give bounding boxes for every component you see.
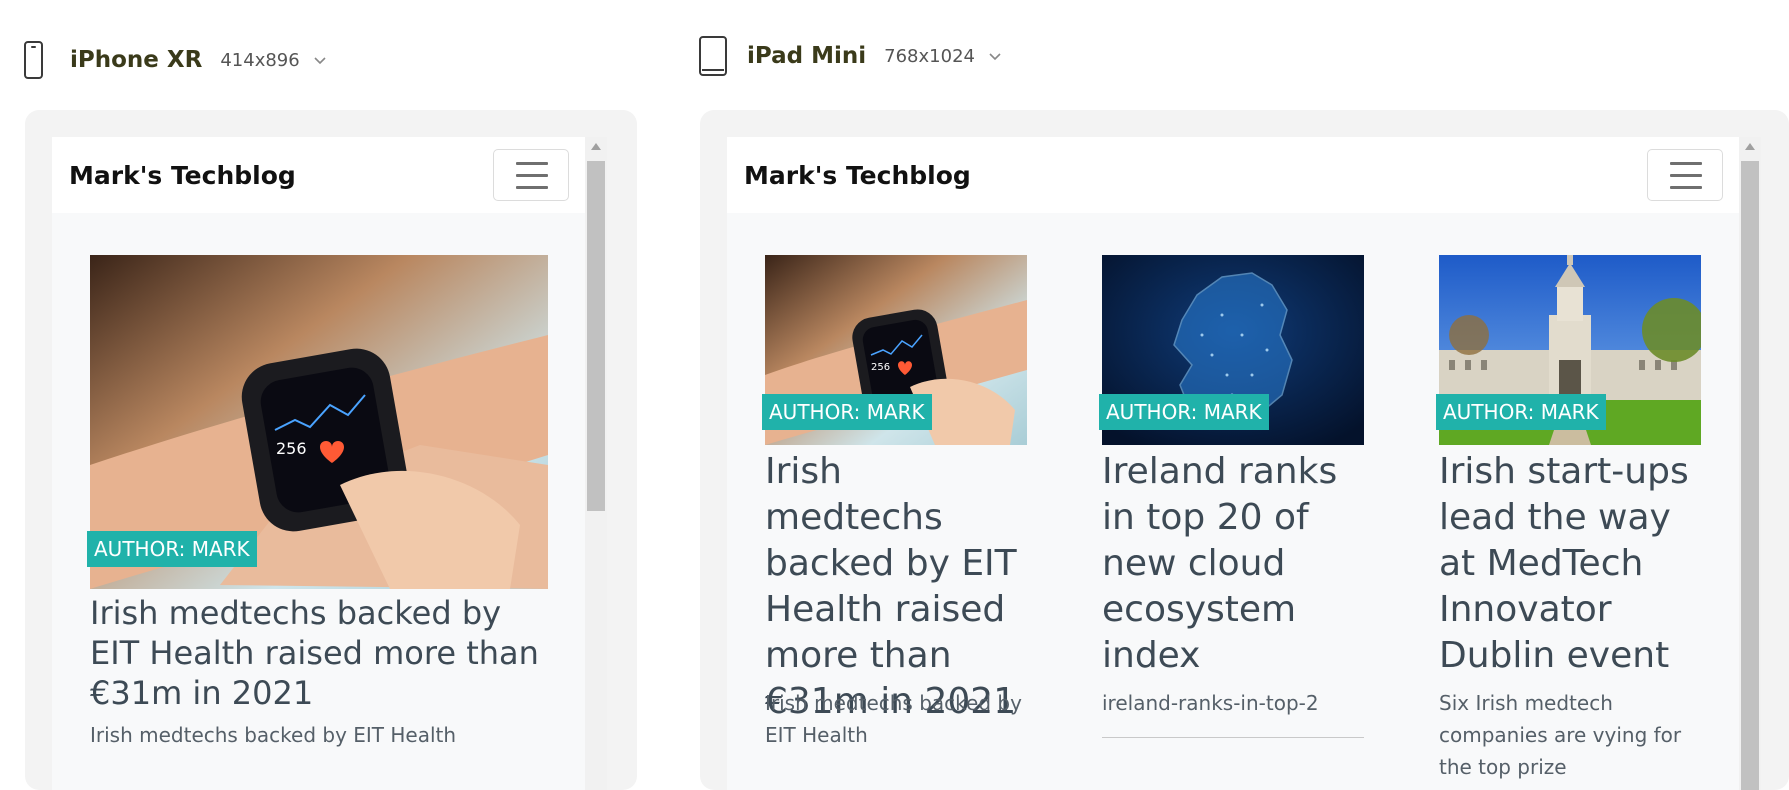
post-title[interactable]: Ireland ranks in top 20 of new cloud eco…	[1102, 449, 1364, 679]
post-card[interactable]: AUTHOR: MARK Ireland ranks in top 20 of …	[1099, 255, 1364, 790]
site-brand[interactable]: Mark's Techblog	[69, 161, 296, 190]
post-title[interactable]: Irish medtechs backed by EIT Health rais…	[765, 449, 1027, 725]
post-excerpt: Irish medtechs backed by EIT Health	[765, 691, 1022, 747]
menu-toggle-button[interactable]	[493, 149, 569, 201]
navbar: Mark's Techblog	[727, 137, 1739, 213]
menu-toggle-button[interactable]	[1647, 149, 1723, 201]
device-size: 414x896	[220, 49, 300, 71]
author-badge: AUTHOR: MARK	[1099, 394, 1269, 430]
scrollbar[interactable]	[585, 137, 607, 790]
post-card[interactable]: 256 AUTHOR: MARK Irish medtechs backed b…	[87, 255, 548, 790]
post-excerpt: Irish medtechs backed by EIT Health	[90, 723, 457, 747]
author-badge: AUTHOR: MARK	[87, 531, 257, 567]
svg-text:256: 256	[871, 362, 890, 373]
phone-icon	[24, 41, 43, 79]
page-viewport: Mark's Techblog 256 AUTHOR: MARK Irish m…	[52, 137, 585, 790]
post-title[interactable]: Irish start-ups lead the way at MedTech …	[1439, 449, 1701, 679]
navbar: Mark's Techblog	[52, 137, 585, 213]
scroll-up-icon[interactable]	[591, 143, 601, 150]
device-frame-iphone: Mark's Techblog 256 AUTHOR: MARK Irish m…	[25, 110, 637, 790]
post-card[interactable]: 256 AUTHOR: MARK Irish medtechs backed b…	[762, 255, 1027, 790]
post-excerpt: ireland-ranks-in-top-2	[1102, 691, 1319, 715]
scroll-up-icon[interactable]	[1745, 143, 1755, 150]
page-viewport: Mark's Techblog 256 AUTHOR: MARK Irish m…	[727, 137, 1739, 790]
scrollbar[interactable]	[1739, 137, 1761, 790]
device-size: 768x1024	[884, 45, 975, 67]
post-card[interactable]: AUTHOR: MARK Irish start-ups lead the wa…	[1436, 255, 1701, 790]
chevron-down-icon[interactable]	[989, 50, 1001, 62]
post-excerpt: Six Irish medtech companies are vying fo…	[1439, 691, 1682, 779]
svg-text:256: 256	[276, 439, 307, 458]
device-name: iPhone XR	[70, 47, 203, 73]
chevron-down-icon[interactable]	[314, 54, 326, 66]
device-frame-ipad: Mark's Techblog 256 AUTHOR: MARK Irish m…	[700, 110, 1789, 790]
device-selector-ipad[interactable]: iPad Mini 768x1024	[699, 36, 1001, 76]
scrollbar-thumb[interactable]	[1741, 161, 1759, 790]
post-title[interactable]: Irish medtechs backed by EIT Health rais…	[90, 593, 548, 713]
site-brand[interactable]: Mark's Techblog	[744, 161, 971, 190]
tablet-icon	[699, 36, 727, 76]
device-name: iPad Mini	[747, 43, 867, 69]
divider	[1102, 737, 1364, 738]
scrollbar-thumb[interactable]	[587, 161, 605, 511]
author-badge: AUTHOR: MARK	[1436, 394, 1606, 430]
author-badge: AUTHOR: MARK	[762, 394, 932, 430]
device-selector-iphone[interactable]: iPhone XR 414x896	[24, 40, 326, 80]
